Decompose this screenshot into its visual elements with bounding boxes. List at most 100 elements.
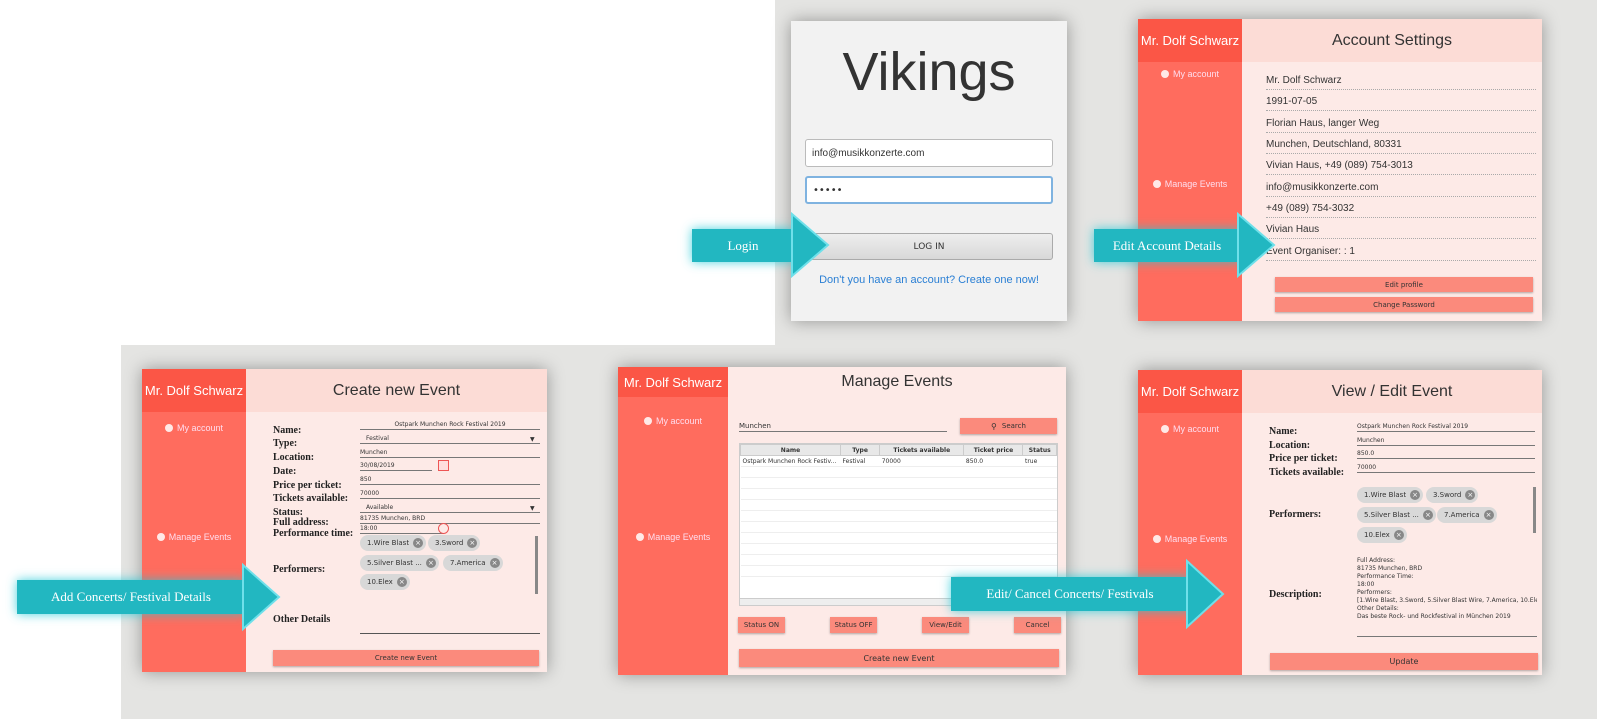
search-input[interactable]: Munchen — [739, 422, 947, 432]
remove-icon[interactable]: × — [1393, 530, 1404, 540]
sidebar-item-my-account[interactable]: My account — [618, 416, 728, 426]
sidebar-item-manage-events[interactable]: Manage Events — [142, 532, 246, 542]
location-field[interactable]: Munchen — [1357, 437, 1535, 446]
price-field[interactable]: 850 — [360, 476, 540, 485]
tickets-field[interactable]: 70000 — [360, 490, 540, 499]
type-select[interactable]: Festival — [360, 435, 540, 444]
tickets-field[interactable]: 70000 — [1357, 464, 1535, 473]
email-field[interactable]: info@musikkonzerte.com — [805, 139, 1053, 167]
table-row — [740, 543, 1057, 555]
performer-chip[interactable]: 1.Wire Blast × — [360, 535, 427, 551]
performers-scrollbar[interactable] — [1533, 487, 1536, 533]
performer-chip[interactable]: 10.Elex × — [360, 574, 410, 590]
sidebar-item-manage-events[interactable]: Manage Events — [618, 532, 728, 542]
remove-icon[interactable]: × — [396, 577, 407, 587]
performer-chip[interactable]: 5.Silver Blast ... × — [1357, 507, 1436, 523]
sidebar-item-label: My account — [655, 416, 703, 426]
password-field[interactable]: ••••• — [805, 176, 1053, 204]
sidebar-item-my-account[interactable]: My account — [142, 423, 246, 433]
column-header[interactable]: Status — [1022, 444, 1057, 456]
page-title: Account Settings — [1242, 19, 1542, 62]
status-on-button[interactable]: Status ON — [738, 617, 785, 633]
login-button[interactable]: LOG IN — [805, 233, 1053, 260]
price-field[interactable]: 850.0 — [1357, 450, 1535, 459]
remove-icon[interactable]: × — [413, 538, 424, 548]
sidebar-user: Mr. Dolf Schwarz — [142, 369, 246, 412]
remove-icon[interactable]: × — [1410, 490, 1421, 500]
price-label: Price per ticket: — [1269, 453, 1338, 464]
remove-icon[interactable]: × — [1422, 510, 1433, 520]
column-header[interactable]: Tickets available — [879, 444, 965, 456]
table-row — [740, 521, 1057, 533]
remove-icon[interactable]: × — [425, 558, 436, 568]
create-event-button[interactable]: Create new Event — [273, 650, 539, 666]
clock-icon[interactable] — [438, 523, 449, 534]
name-field[interactable]: Ostpark Munchen Rock Festival 2019 — [1357, 423, 1535, 432]
sidebar-item-label: Manage Events — [168, 532, 232, 542]
arrow-label: Add Concerts/ Festival Details — [51, 589, 211, 604]
create-event-button[interactable]: Create new Event — [739, 649, 1059, 667]
name-field[interactable]: Ostpark Munchen Rock Festival 2019 — [360, 421, 540, 430]
arrow-label: Edit/ Cancel Concerts/ Festivals — [986, 586, 1154, 601]
sidebar-item-label: My account — [176, 423, 224, 433]
date-label: Date: — [273, 466, 297, 477]
sidebar-item-my-account[interactable]: My account — [1138, 69, 1242, 79]
remove-icon[interactable]: × — [1465, 490, 1476, 500]
performers-scrollbar[interactable] — [535, 536, 538, 594]
remove-icon[interactable]: × — [467, 538, 478, 548]
perf-time-field[interactable]: 18:00 — [360, 525, 444, 534]
create-account-link[interactable]: Don't you have an account? Create one no… — [791, 274, 1067, 286]
chip-label: 1.Wire Blast — [1364, 491, 1407, 499]
change-password-button[interactable]: Change Password — [1275, 297, 1533, 312]
sidebar-item-my-account[interactable]: My account — [1138, 424, 1242, 434]
arrow-head-icon — [791, 211, 830, 279]
account-row: Vivian Haus — [1266, 224, 1536, 239]
column-header[interactable]: Type — [839, 444, 881, 456]
description-field[interactable]: Full Address: 81735 Munchen, BRD Perform… — [1357, 557, 1537, 637]
performer-chip[interactable]: 5.Silver Blast ... × — [360, 555, 439, 571]
table-row[interactable]: Ostpark Munchen Rock Festiv... Festival … — [740, 455, 1057, 467]
search-button[interactable]: ⚲ Search — [960, 418, 1057, 434]
status-select[interactable]: Available — [360, 504, 540, 513]
column-header[interactable]: Name — [740, 444, 841, 456]
remove-icon[interactable]: × — [1483, 510, 1494, 520]
calendar-icon[interactable] — [438, 460, 449, 471]
table-cell: 70000 — [879, 455, 964, 467]
chip-label: 3.Sword — [435, 539, 464, 547]
address-field[interactable]: 81735 Munchen, BRD — [360, 515, 540, 524]
address-label: Full address: — [273, 517, 329, 528]
other-details-field[interactable] — [360, 633, 540, 634]
page-title: Manage Events — [728, 367, 1066, 397]
sidebar-item-label: My account — [1172, 69, 1220, 79]
arrow-label: Edit Account Details — [1112, 237, 1222, 253]
edit-profile-button[interactable]: Edit profile — [1275, 277, 1533, 292]
date-field[interactable]: 30/08/2019 — [360, 462, 432, 471]
performer-chip[interactable]: 7.America × — [1437, 507, 1497, 523]
tickets-label: Tickets available: — [273, 493, 349, 504]
arrow-head-icon — [1186, 558, 1225, 630]
sidebar-item-manage-events[interactable]: Manage Events — [1138, 179, 1242, 189]
performer-chip[interactable]: 1.Wire Blast × — [1357, 487, 1424, 503]
column-header[interactable]: Ticket price — [963, 444, 1024, 456]
chip-label: 10.Elex — [367, 578, 393, 586]
performer-chip[interactable]: 3.Sword × — [428, 535, 481, 551]
status-off-button[interactable]: Status OFF — [830, 617, 877, 633]
sidebar-user: Mr. Dolf Schwarz — [1138, 370, 1242, 413]
description-line: Full Address: — [1357, 557, 1396, 564]
arrow-body: Add Concerts/ Festival Details — [17, 580, 245, 614]
table-cell: Festival — [840, 455, 880, 467]
chip-label: 5.Silver Blast ... — [1364, 511, 1419, 519]
performer-chip[interactable]: 10.Elex × — [1357, 527, 1407, 543]
arrow-body: Login — [692, 229, 794, 262]
update-button[interactable]: Update — [1270, 653, 1538, 670]
chip-label: 7.America — [1444, 511, 1480, 519]
name-label: Name: — [1269, 426, 1298, 437]
table-row — [740, 477, 1057, 489]
location-field[interactable]: Munchen — [360, 449, 540, 458]
performer-chip[interactable]: 3.Sword × — [1426, 487, 1479, 503]
performer-chip[interactable]: 7.America × — [443, 555, 503, 571]
perf-time-label: Performance time: — [273, 528, 354, 539]
sidebar-item-manage-events[interactable]: Manage Events — [1138, 534, 1242, 544]
remove-icon[interactable]: × — [489, 558, 500, 568]
description-line: Das beste Rock- und Rockfestival in Münc… — [1357, 613, 1511, 620]
